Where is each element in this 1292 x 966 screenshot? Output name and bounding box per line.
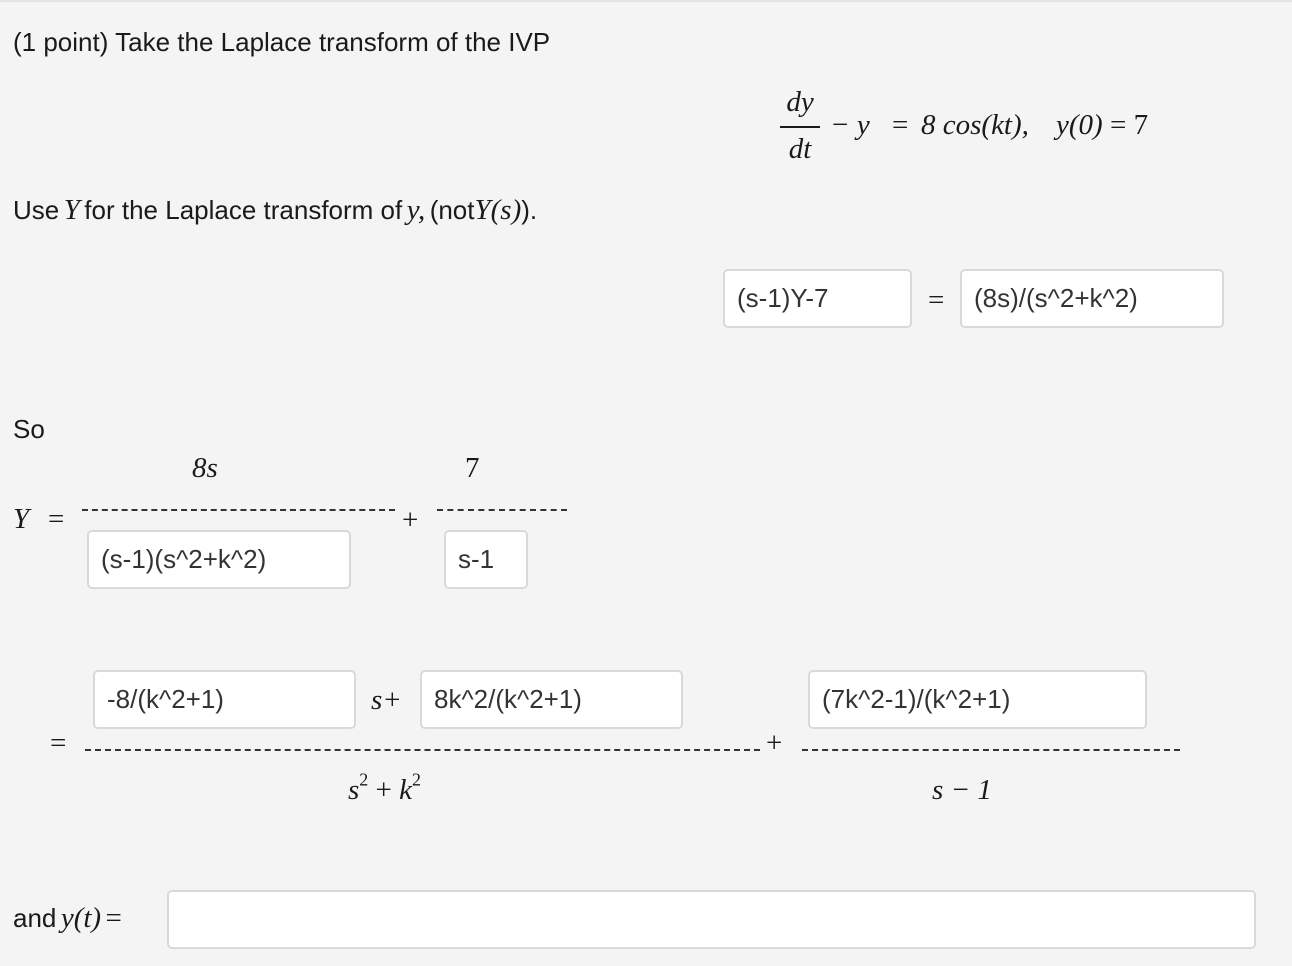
ivp-initial-value: = 7 xyxy=(1110,109,1149,141)
s-plus-text: s+ xyxy=(371,684,402,716)
solution-label-and: and xyxy=(13,903,57,933)
Y-label: Y xyxy=(13,503,30,535)
coefficient-A-input[interactable] xyxy=(93,670,356,729)
Y-equals: = xyxy=(48,503,65,535)
ivp-equals: = xyxy=(892,109,909,141)
denominator-k-exponent: 2 xyxy=(412,769,421,790)
solution-label: and y(t) = xyxy=(13,902,163,936)
solution-label-equals: = xyxy=(105,902,122,934)
denominator-s: s xyxy=(348,774,360,806)
term1-denominator-input[interactable] xyxy=(87,530,351,589)
instruction-line: Use Y for the Laplace transform of y, (n… xyxy=(13,194,653,228)
instruction-text-4: ). xyxy=(521,195,538,225)
ivp-initial-condition: y(0) xyxy=(1056,109,1103,141)
transform-equals: = xyxy=(928,284,945,316)
solution-input[interactable] xyxy=(167,890,1256,949)
instruction-text-3: (not xyxy=(429,195,475,225)
ivp-fraction-bar xyxy=(780,126,820,128)
term2-fraction-bar xyxy=(437,509,567,511)
ivp-derivative-denominator: dt xyxy=(788,133,812,165)
ivp-minus-y: − y xyxy=(830,109,870,141)
instruction-symbol-Ys: Y(s) xyxy=(474,194,522,226)
term2-numerator: 7 xyxy=(465,452,480,484)
problem-prompt: (1 point) Take the Laplace transform of … xyxy=(13,27,551,57)
partial-fractions-plus: + xyxy=(766,727,783,759)
term1-numerator: 8s xyxy=(192,452,218,484)
term2-denominator-input[interactable] xyxy=(444,530,528,589)
coefficient-B-input[interactable] xyxy=(420,670,683,729)
so-label: So xyxy=(13,414,45,444)
denominator-k: k xyxy=(399,774,413,806)
instruction-symbol-y: y, xyxy=(406,194,426,226)
transform-lhs-input[interactable] xyxy=(723,269,912,328)
coefficient-C-input[interactable] xyxy=(808,670,1147,729)
ivp-right-hand-side: 8 cos(kt), xyxy=(921,109,1029,141)
partial-fraction-1-bar xyxy=(85,749,760,751)
instruction-text-1: Use xyxy=(13,195,60,225)
ivp-equation: dy dt − y = 8 cos(kt), y(0) = 7 xyxy=(778,86,1198,170)
term1-fraction-bar xyxy=(82,509,395,511)
denominator-plus: + xyxy=(375,774,392,806)
ivp-derivative-numerator: dy xyxy=(786,86,814,118)
instruction-text-2: for the Laplace transform of xyxy=(84,195,403,225)
top-divider xyxy=(0,0,1292,2)
transform-rhs-input[interactable] xyxy=(960,269,1224,328)
instruction-symbol-Y: Y xyxy=(63,194,80,226)
partial-fraction-2-denominator: s − 1 xyxy=(932,774,992,806)
Y-plus: + xyxy=(402,504,419,536)
solution-label-y: y(t) xyxy=(60,902,102,934)
partial-fraction-1-denominator: s2 + k2 xyxy=(348,771,421,806)
partial-fraction-2-bar xyxy=(802,749,1180,751)
denominator-s-exponent: 2 xyxy=(359,769,369,790)
partial-fractions-equals: = xyxy=(50,727,67,759)
